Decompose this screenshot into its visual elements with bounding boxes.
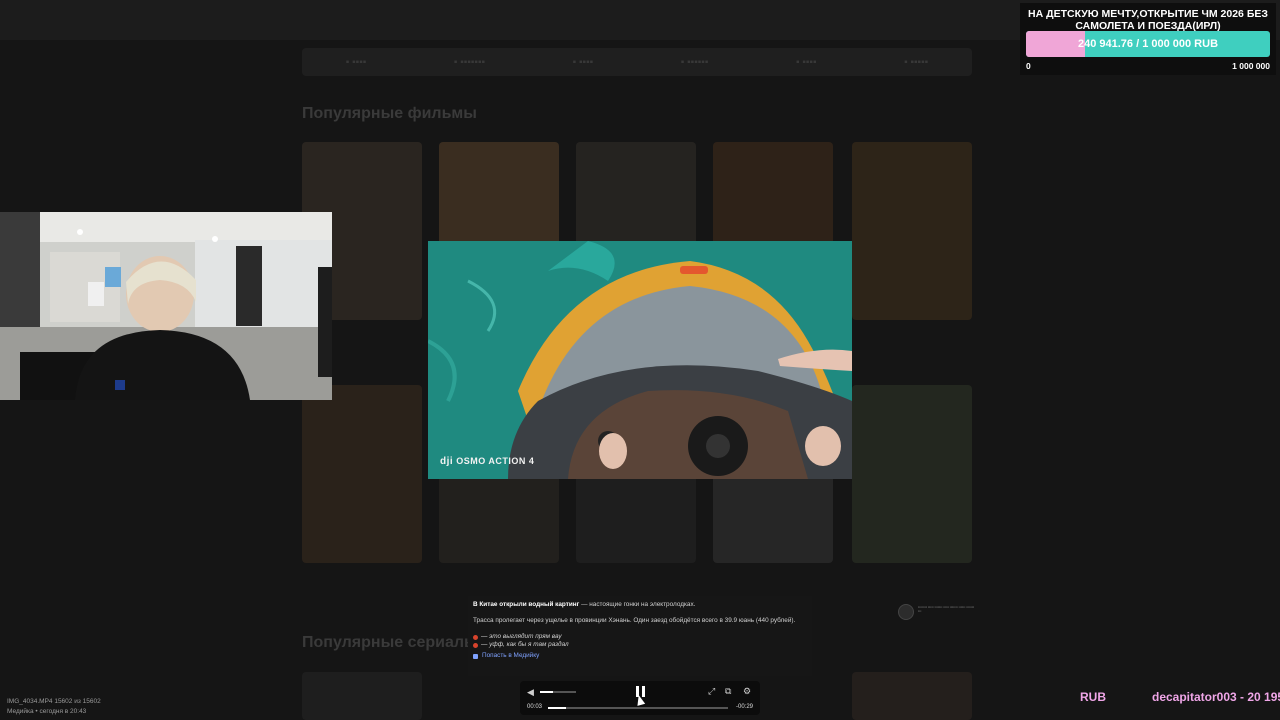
speech-bubble-icon	[473, 653, 478, 659]
settings-icon[interactable]: ⚙	[743, 686, 751, 696]
poster	[852, 385, 972, 563]
seek-bar[interactable]	[548, 707, 728, 709]
poster	[852, 142, 972, 320]
ticker-currency: RUB	[1080, 690, 1106, 704]
poster	[302, 385, 422, 563]
post-quote: — уфф, как бы я там раздал	[473, 641, 807, 649]
poster	[302, 672, 422, 720]
goal-max-label: 1 000 000	[1232, 61, 1270, 71]
stream-screen: ▪ ▪▪▪▪ ▪ ▪▪▪▪▪▪▪ ▪ ▪▪▪▪ ▪ ▪▪▪▪▪▪ ▪ ▪▪▪▪ ▪ ▪▪▪…	[0, 0, 1280, 720]
time-current: 00:03	[527, 704, 543, 710]
file-info: IMG_4034.MP4 15602 из 15602 Медийка • се…	[7, 698, 101, 715]
picture-in-picture-icon[interactable]: ⧉	[725, 686, 731, 696]
fullscreen-icon[interactable]: ⤢	[708, 686, 715, 696]
post-caption: В Китае открыли водный картинг — настоящ…	[468, 596, 812, 676]
goal-min-label: 0	[1026, 61, 1031, 71]
post-link[interactable]: Попасть в Медийку	[473, 652, 807, 660]
site-navigation: ▪ ▪▪▪▪ ▪ ▪▪▪▪▪▪▪ ▪ ▪▪▪▪ ▪ ▪▪▪▪▪▪ ▪ ▪▪▪▪ ▪ ▪▪▪…	[302, 48, 972, 76]
donation-goal-widget: НА ДЕТСКУЮ МЕЧТУ,ОТКРЫТИЕ ЧМ 2026 БЕЗ СА…	[1020, 3, 1276, 75]
poster	[852, 672, 972, 720]
video-watermark: dji OSMO ACTION 4	[440, 456, 535, 467]
avatar	[898, 604, 914, 620]
section-title-films: Популярные фильмы	[302, 105, 477, 122]
goal-amount: 240 941.76 / 1 000 000 RUB	[1077, 38, 1219, 50]
goal-title: НА ДЕТСКУЮ МЕЧТУ,ОТКРЫТИЕ ЧМ 2026 БЕЗ СА…	[1028, 8, 1268, 32]
post-headline: В Китае открыли водный картинг — настоящ…	[473, 601, 696, 608]
time-remaining: -00:29	[735, 704, 753, 710]
post-body: Трасса пролегает через ущелье в провинци…	[473, 617, 796, 624]
section-title-series: Популярные сериалы	[302, 634, 478, 651]
side-notice: ▪▪▪▪▪▪▪▪ ▪▪▪▪▪ ▪▪▪▪▪▪▪ ▪▪▪▪▪ ▪▪▪▪▪▪▪ ▪▪▪…	[898, 604, 978, 620]
goal-progress-bar: 240 941.76 / 1 000 000 RUB	[1026, 31, 1270, 57]
post-quote: — это выглядит прям вау	[473, 633, 807, 641]
fire-icon	[473, 634, 478, 640]
video-player[interactable]: dji OSMO ACTION 4	[428, 241, 852, 479]
volume-icon[interactable]: ◀	[527, 687, 534, 697]
webcam-feed	[0, 212, 332, 400]
volume-slider[interactable]	[540, 691, 576, 693]
fire-icon	[473, 642, 478, 648]
ticker-donor: decapitator003 - 20 195	[1152, 690, 1280, 704]
